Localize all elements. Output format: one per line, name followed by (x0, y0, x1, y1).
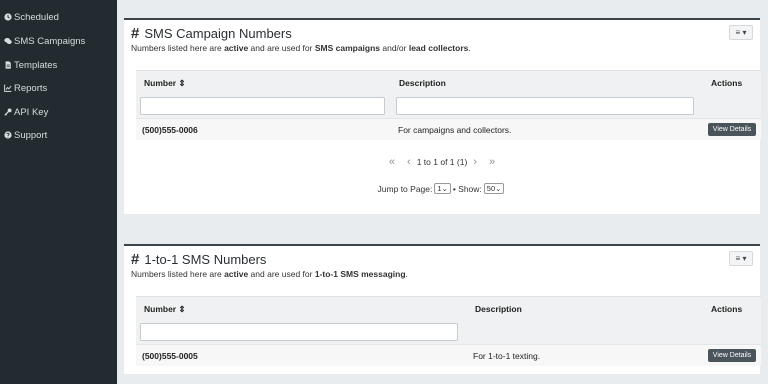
subtitle-text: and/or (380, 43, 409, 53)
sidebar-item-templates[interactable]: Templates (0, 54, 117, 76)
pagination: « ‹ 1 to 1 of 1 (1) › » (124, 156, 760, 168)
subtitle-text: and are used for (248, 43, 315, 53)
sidebar-item-label: API Key (14, 106, 49, 118)
table-header: Number ⇕ Description Actions (136, 70, 761, 94)
card-subtitle: Numbers listed here are active and are u… (131, 269, 408, 279)
card-title: # 1-to-1 SMS Numbers (131, 251, 266, 268)
column-header-actions: Actions (711, 304, 743, 314)
sidebar: Scheduled SMS Campaigns Templates Report… (0, 0, 117, 384)
file-icon (3, 61, 12, 70)
number-filter-input[interactable] (140, 97, 385, 115)
sidebar-item-label: Templates (14, 59, 58, 71)
column-header-description: Description (475, 304, 522, 314)
menu-icon: ≡ ▾ (735, 254, 747, 263)
card-title: # SMS Campaign Numbers (131, 25, 292, 42)
jump-controls: Jump to Page: 1 ⌄ • Show: 50 ⌄ (124, 183, 760, 194)
show-value: 50 (486, 184, 496, 193)
subtitle-bold: 1-to-1 SMS messaging (314, 269, 406, 279)
card-subtitle: Numbers listed here are active and are u… (131, 43, 471, 53)
chevron-down-icon: ⌄ (495, 184, 502, 193)
sidebar-item-sms-campaigns[interactable]: SMS Campaigns (0, 30, 117, 52)
subtitle-text: and are used for (248, 269, 315, 279)
chevron-down-icon: ⌄ (441, 184, 448, 193)
table-menu-button[interactable]: ≡ ▾ (729, 251, 753, 266)
sidebar-item-label: SMS Campaigns (14, 35, 86, 47)
view-details-button[interactable]: View Details (708, 123, 756, 136)
jump-label: Jump to Page: (377, 183, 433, 194)
table-menu-button[interactable]: ≡ ▾ (729, 25, 753, 40)
clock-icon (3, 13, 12, 22)
subtitle-text: Numbers listed here are (131, 269, 225, 279)
table-row: (500)555-0005 For 1-to-1 texting. View D… (136, 344, 761, 366)
one-to-one-numbers-card: # 1-to-1 SMS Numbers Numbers listed here… (124, 244, 761, 374)
card-title-text: SMS Campaign Numbers (144, 26, 292, 41)
subtitle-text: Numbers listed here are (131, 43, 225, 53)
sidebar-item-api-key[interactable]: API Key (0, 101, 117, 123)
filter-row (136, 94, 761, 118)
next-page-button[interactable]: › (473, 156, 477, 168)
sms-campaign-numbers-card: # SMS Campaign Numbers Numbers listed he… (124, 18, 761, 214)
chart-icon (3, 84, 12, 93)
subtitle-text: . (405, 269, 408, 279)
sidebar-item-label: Reports (14, 82, 48, 94)
phone-number: (500)555-0005 (142, 351, 198, 361)
number-filter-input[interactable] (140, 323, 458, 341)
page-info: 1 to 1 of 1 (1) (416, 157, 468, 167)
filter-row (136, 320, 761, 344)
table-header: Number ⇕ Description Actions (136, 296, 761, 320)
card-title-text: 1-to-1 SMS Numbers (144, 252, 267, 267)
chat-icon (3, 37, 12, 46)
sidebar-item-label: Scheduled (14, 11, 59, 23)
hash-icon: # (131, 251, 140, 268)
phone-number: (500)555-0006 (142, 125, 198, 135)
jump-page-select[interactable]: 1 ⌄ (434, 183, 451, 194)
view-details-button[interactable]: View Details (708, 349, 756, 362)
subtitle-bold: lead collectors (408, 43, 469, 53)
description-filter-input[interactable] (396, 97, 694, 115)
column-header-number[interactable]: Number ⇕ (144, 304, 186, 315)
subtitle-bold: active (224, 269, 249, 279)
hash-icon: # (131, 25, 140, 42)
menu-icon: ≡ ▾ (735, 28, 747, 37)
show-label: • Show: (452, 183, 482, 194)
show-select[interactable]: 50 ⌄ (483, 183, 505, 194)
subtitle-text: . (468, 43, 471, 53)
subtitle-bold: SMS campaigns (314, 43, 381, 53)
table-row: (500)555-0006 For campaigns and collecto… (136, 118, 761, 140)
previous-page-button[interactable]: ‹ (407, 156, 411, 168)
subtitle-bold: active (224, 43, 249, 53)
column-header-number[interactable]: Number ⇕ (144, 78, 186, 89)
sidebar-item-support[interactable]: Support (0, 124, 117, 146)
column-header-description: Description (399, 78, 446, 88)
column-header-actions: Actions (711, 78, 743, 88)
main-content: # SMS Campaign Numbers Numbers listed he… (117, 0, 768, 384)
key-icon (3, 108, 12, 117)
sidebar-item-label: Support (14, 129, 48, 141)
row-description: For campaigns and collectors. (398, 125, 512, 135)
sidebar-item-scheduled[interactable]: Scheduled (0, 6, 117, 28)
last-page-button[interactable]: » (489, 156, 495, 168)
sidebar-item-reports[interactable]: Reports (0, 77, 117, 99)
row-description: For 1-to-1 texting. (473, 351, 541, 361)
question-circle-icon (3, 131, 12, 140)
first-page-button[interactable]: « (389, 156, 395, 168)
